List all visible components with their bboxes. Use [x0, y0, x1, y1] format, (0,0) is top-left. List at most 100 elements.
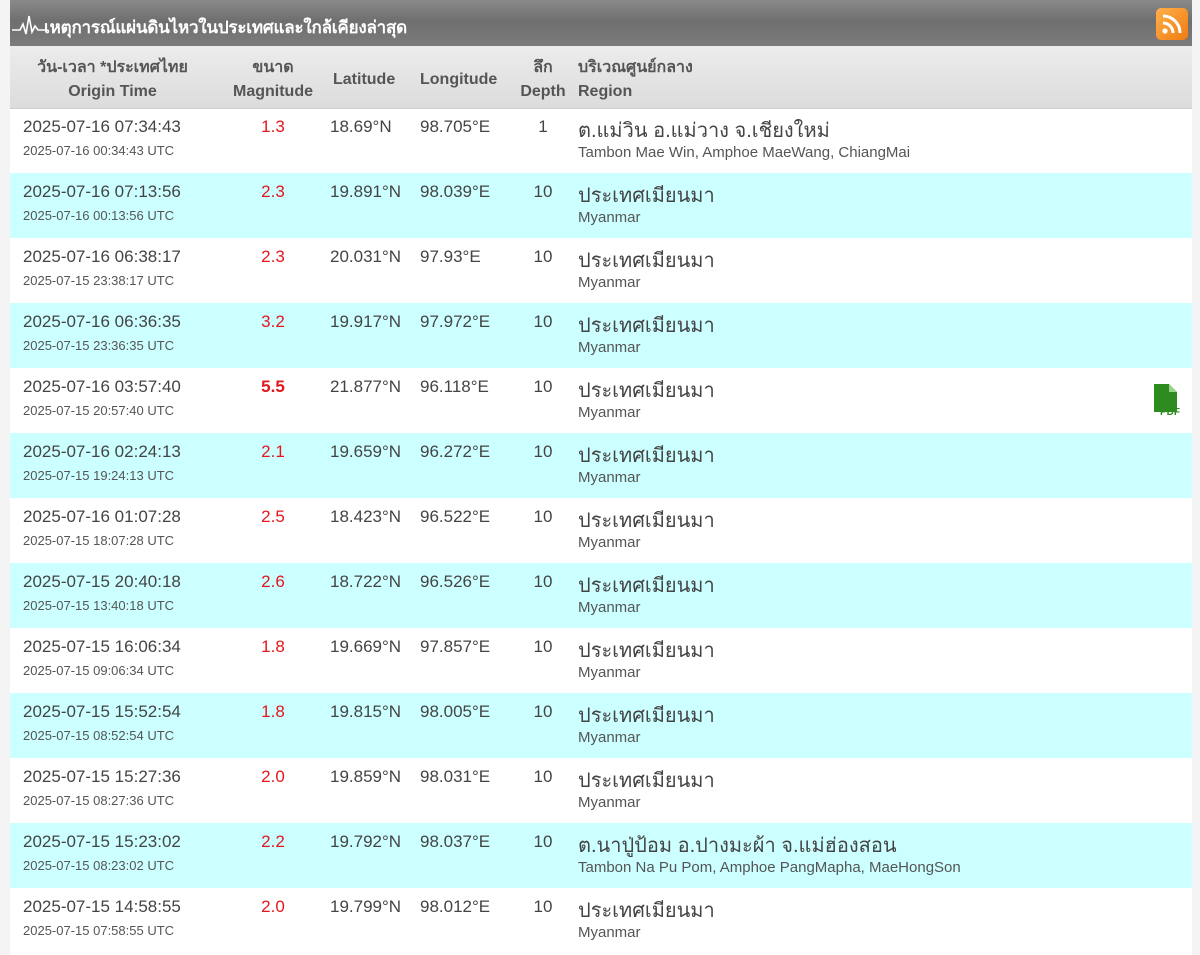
table-row[interactable]: 2025-07-15 14:58:55 2025-07-15 07:58:55 U…	[10, 888, 1192, 953]
longitude-value: 98.012°E	[420, 897, 491, 916]
region-english: Myanmar	[578, 274, 641, 291]
table-row[interactable]: 2025-07-16 07:13:56 2025-07-16 00:13:56 U…	[10, 173, 1192, 238]
latitude-value: 18.423°N	[330, 507, 402, 526]
column-header-magnitude-thai: ขนาด	[252, 59, 294, 76]
column-header-magnitude: ขนาด Magnitude	[225, 56, 321, 104]
origin-time-local: 2025-07-16 02:24:13	[23, 442, 181, 461]
origin-time-utc: 2025-07-15 23:38:17 UTC	[23, 273, 175, 288]
region-thai: ประเทศเมียนมา	[578, 510, 715, 532]
longitude-value: 96.526°E	[420, 572, 491, 591]
depth-value: 10	[533, 572, 553, 591]
origin-time-utc: 2025-07-15 19:24:13 UTC	[23, 468, 175, 483]
origin-time-utc: 2025-07-15 08:23:02 UTC	[23, 858, 175, 873]
column-header-region-thai: บริเวณศูนย์กลาง	[578, 59, 693, 76]
magnitude-value: 2.3	[261, 247, 285, 266]
latitude-value: 20.031°N	[330, 247, 402, 266]
origin-time-local: 2025-07-16 06:36:35	[23, 312, 181, 331]
origin-time-local: 2025-07-15 16:06:34	[23, 637, 181, 656]
depth-value: 10	[533, 377, 553, 396]
depth-value: 10	[533, 897, 553, 916]
region-thai: ประเทศเมียนมา	[578, 315, 715, 337]
origin-time-local: 2025-07-15 15:23:02	[23, 832, 181, 851]
origin-time-utc: 2025-07-15 20:57:40 UTC	[23, 403, 175, 418]
region-english: Tambon Mae Win, Amphoe MaeWang, ChiangMa…	[578, 144, 911, 161]
column-header-depth: ลึก Depth	[513, 56, 573, 104]
magnitude-value: 2.0	[261, 897, 285, 916]
longitude-value: 96.272°E	[420, 442, 491, 461]
magnitude-value: 5.5	[261, 377, 285, 396]
column-header-depth-thai: ลึก	[533, 59, 553, 76]
region-english: Myanmar	[578, 599, 641, 616]
region-thai: ประเทศเมียนมา	[578, 705, 715, 727]
table-row[interactable]: 2025-07-15 15:52:54 2025-07-15 08:52:54 U…	[10, 693, 1192, 758]
panel-titlebar: เหตุการณ์แผ่นดินไหวในประเทศและใกล้เคียงล…	[10, 0, 1192, 46]
latitude-value: 19.891°N	[330, 182, 402, 201]
table-row[interactable]: 2025-07-16 01:07:28 2025-07-15 18:07:28 U…	[10, 498, 1192, 563]
column-header-region: บริเวณศูนย์กลาง Region	[578, 56, 693, 104]
origin-time-utc: 2025-07-15 13:40:18 UTC	[23, 598, 175, 613]
magnitude-value: 2.1	[261, 442, 285, 461]
table-row[interactable]: 2025-07-15 20:40:18 2025-07-15 13:40:18 U…	[10, 563, 1192, 628]
depth-value: 1	[538, 117, 548, 136]
magnitude-value: 1.3	[261, 117, 285, 136]
origin-time-utc: 2025-07-15 23:36:35 UTC	[23, 338, 175, 353]
region-thai: ประเทศเมียนมา	[578, 640, 715, 662]
latitude-value: 19.792°N	[330, 832, 402, 851]
origin-time-local: 2025-07-15 15:27:36	[23, 767, 181, 786]
table-row[interactable]: 2025-07-16 07:34:43 2025-07-16 00:34:43 U…	[10, 108, 1192, 173]
pdf-report-icon[interactable]: PDF	[1151, 382, 1187, 418]
table-row[interactable]: 2025-07-15 15:27:36 2025-07-15 08:27:36 U…	[10, 758, 1192, 823]
origin-time-local: 2025-07-16 06:38:17	[23, 247, 181, 266]
region-thai: ประเทศเมียนมา	[578, 445, 715, 467]
depth-value: 10	[533, 442, 553, 461]
table-row[interactable]: 2025-07-15 15:23:02 2025-07-15 08:23:02 U…	[10, 823, 1192, 888]
magnitude-value: 2.2	[261, 832, 285, 851]
longitude-value: 97.93°E	[420, 247, 481, 266]
origin-time-utc: 2025-07-15 18:07:28 UTC	[23, 533, 175, 548]
column-header-region-english: Region	[578, 83, 633, 100]
seismograph-pulse-icon	[12, 15, 46, 35]
table-row[interactable]: 2025-07-16 06:36:35 2025-07-15 23:36:35 U…	[10, 303, 1192, 368]
origin-time-utc: 2025-07-15 07:58:55 UTC	[23, 923, 175, 938]
depth-value: 10	[533, 767, 553, 786]
region-thai: ต.แม่วิน อ.แม่วาง จ.เชียงใหม่	[578, 120, 830, 142]
region-english: Myanmar	[578, 209, 641, 226]
depth-value: 10	[533, 507, 553, 526]
origin-time-local: 2025-07-16 03:57:40	[23, 377, 181, 396]
origin-time-local: 2025-07-16 07:34:43	[23, 117, 181, 136]
origin-time-utc: 2025-07-16 00:34:43 UTC	[23, 143, 175, 158]
column-header-magnitude-english: Magnitude	[233, 83, 313, 100]
table-row[interactable]: 2025-07-15 16:06:34 2025-07-15 09:06:34 U…	[10, 628, 1192, 693]
region-english: Myanmar	[578, 404, 641, 421]
table-header: วัน-เวลา *ประเทศไทย Origin Time ขนาด Mag…	[10, 46, 1192, 109]
latitude-value: 19.669°N	[330, 637, 402, 656]
rss-feed-icon[interactable]	[1156, 8, 1188, 40]
region-thai: ประเทศเมียนมา	[578, 770, 715, 792]
region-english: Myanmar	[578, 729, 641, 746]
table-row[interactable]: 2025-07-16 03:57:40 2025-07-15 20:57:40 U…	[10, 368, 1192, 433]
longitude-value: 97.972°E	[420, 312, 491, 331]
origin-time-local: 2025-07-15 14:58:55	[23, 897, 181, 916]
magnitude-value: 2.5	[261, 507, 285, 526]
origin-time-local: 2025-07-16 07:13:56	[23, 182, 181, 201]
table-row[interactable]: 2025-07-16 06:38:17 2025-07-15 23:38:17 U…	[10, 238, 1192, 303]
origin-time-utc: 2025-07-15 08:52:54 UTC	[23, 728, 175, 743]
region-english: Myanmar	[578, 924, 641, 941]
region-thai: ต.นาปู่ป้อม อ.ปางมะผ้า จ.แม่ฮ่องสอน	[578, 835, 897, 857]
column-header-latitude: Latitude	[333, 71, 396, 88]
latitude-value: 19.659°N	[330, 442, 402, 461]
depth-value: 10	[533, 702, 553, 721]
region-english: Myanmar	[578, 794, 641, 811]
region-thai: ประเทศเมียนมา	[578, 900, 715, 922]
origin-time-utc: 2025-07-15 09:06:34 UTC	[23, 663, 175, 678]
longitude-value: 98.037°E	[420, 832, 491, 851]
table-row[interactable]: 2025-07-16 02:24:13 2025-07-15 19:24:13 U…	[10, 433, 1192, 498]
longitude-value: 96.118°E	[420, 377, 489, 396]
column-header-longitude: Longitude	[420, 71, 498, 88]
region-thai: ประเทศเมียนมา	[578, 185, 715, 207]
region-thai: ประเทศเมียนมา	[578, 380, 715, 402]
origin-time-local: 2025-07-15 20:40:18	[23, 572, 181, 591]
region-english: Tambon Na Pu Pom, Amphoe PangMapha, MaeH…	[578, 859, 961, 876]
longitude-value: 98.705°E	[420, 117, 491, 136]
origin-time-utc: 2025-07-16 00:13:56 UTC	[23, 208, 175, 223]
